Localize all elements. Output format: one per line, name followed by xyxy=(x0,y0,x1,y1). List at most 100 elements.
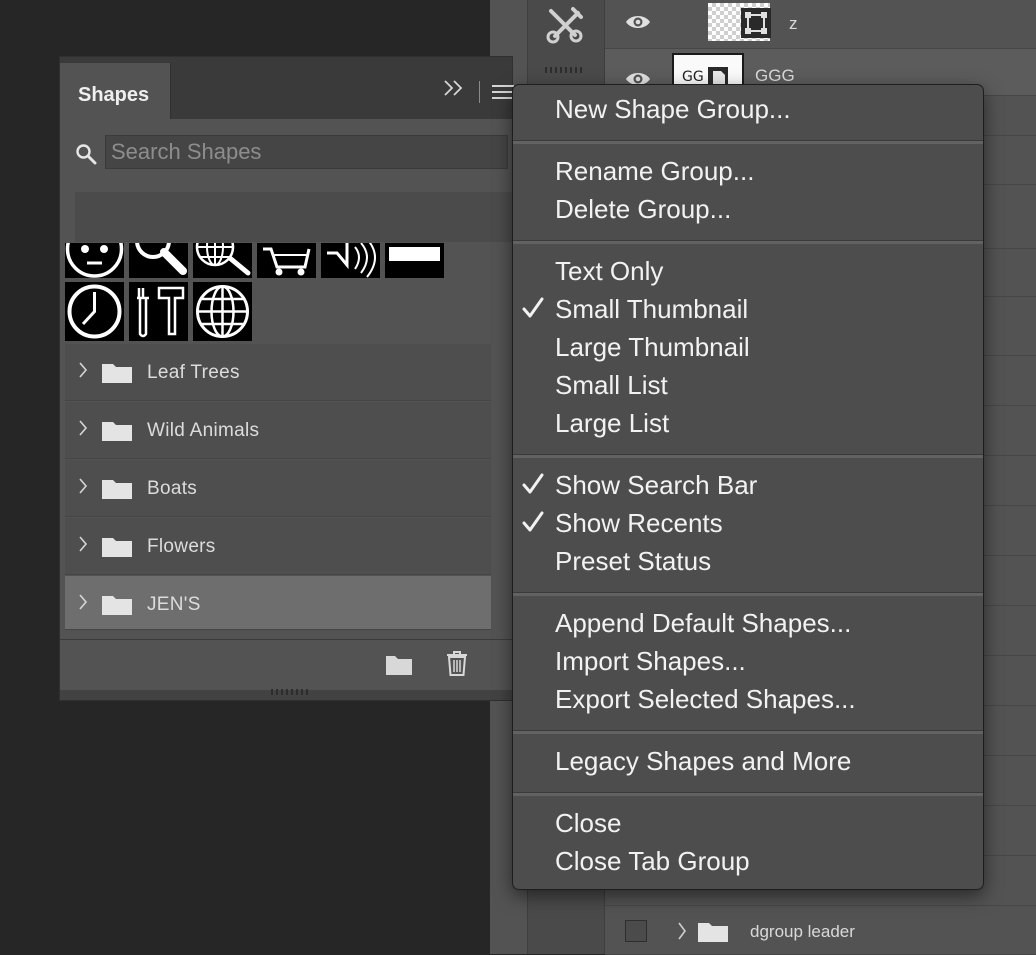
checkmark-icon xyxy=(522,297,544,318)
clock-shape-icon[interactable] xyxy=(65,282,124,341)
svg-text:GG: GG xyxy=(682,69,704,85)
face-shape-icon[interactable] xyxy=(65,243,124,278)
chevron-right-icon[interactable] xyxy=(77,590,89,614)
chevron-right-icon[interactable] xyxy=(77,416,89,440)
shapes-panel: Shapes Search Shapes Leaf Trees Wild Ani… xyxy=(59,56,514,701)
menu-item-rename-group[interactable]: Rename Group... xyxy=(513,152,983,190)
new-group-folder-icon[interactable] xyxy=(386,653,412,675)
menu-item-legacy-shapes[interactable]: Legacy Shapes and More xyxy=(513,742,983,780)
menu-separator xyxy=(513,240,983,244)
panel-flyout-menu: New Shape Group... Rename Group... Delet… xyxy=(512,84,984,890)
menu-item-label: Legacy Shapes and More xyxy=(555,746,852,776)
layer-name: z xyxy=(789,14,798,33)
bar-shape-icon[interactable] xyxy=(385,243,444,278)
menu-item-label: Large List xyxy=(555,408,670,438)
menu-item-label: Small List xyxy=(555,370,668,400)
menu-item-delete-group[interactable]: Delete Group... xyxy=(513,190,983,228)
globe-shape-icon[interactable] xyxy=(193,282,252,341)
column-grip-handle[interactable] xyxy=(545,66,585,74)
shape-transform-icon xyxy=(741,8,771,38)
group-label: Leaf Trees xyxy=(147,362,240,383)
menu-separator xyxy=(513,454,983,458)
menu-item-label: Large Thumbnail xyxy=(555,332,750,362)
panel-menu-icon[interactable] xyxy=(492,84,514,100)
checkmark-icon xyxy=(522,511,544,532)
folder-icon xyxy=(102,596,132,615)
group-row[interactable]: Flowers xyxy=(65,518,491,575)
checkmark-icon xyxy=(522,473,544,494)
layer-row[interactable]: dgroup leader xyxy=(605,906,1036,955)
chevron-right-icon[interactable] xyxy=(77,532,89,556)
menu-separator xyxy=(513,140,983,144)
group-row[interactable]: Leaf Trees xyxy=(65,344,491,401)
globe-search-shape-icon[interactable] xyxy=(193,243,252,278)
menu-item-large-thumbnail[interactable]: Large Thumbnail xyxy=(513,328,983,366)
group-label: Flowers xyxy=(147,536,216,557)
folder-icon xyxy=(698,923,728,942)
menu-item-label: Delete Group... xyxy=(555,194,732,224)
panel-footer xyxy=(60,639,512,690)
group-label: JEN'S xyxy=(147,594,201,615)
menu-item-label: Show Recents xyxy=(555,508,723,538)
visibility-toggle[interactable] xyxy=(625,920,647,942)
wrench-screwdriver-icon xyxy=(546,7,583,44)
recents-bar xyxy=(75,192,512,242)
tab-label: Shapes xyxy=(78,84,150,106)
title-divider xyxy=(479,81,480,103)
folder-icon xyxy=(102,364,132,383)
menu-item-label: Small Thumbnail xyxy=(555,294,749,324)
tab-shapes[interactable]: Shapes xyxy=(60,63,171,121)
menu-item-label: New Shape Group... xyxy=(555,94,791,124)
menu-item-close[interactable]: Close xyxy=(513,804,983,842)
menu-item-import-shapes[interactable]: Import Shapes... xyxy=(513,642,983,680)
menu-separator xyxy=(513,592,983,596)
chevron-right-icon[interactable] xyxy=(77,474,89,498)
search-icon xyxy=(76,144,97,165)
trash-icon[interactable] xyxy=(446,650,468,676)
menu-item-label: Close xyxy=(555,808,622,838)
menu-item-show-search-bar[interactable]: Show Search Bar xyxy=(513,466,983,504)
folder-icon xyxy=(102,538,132,557)
menu-item-preset-status[interactable]: Preset Status xyxy=(513,542,983,580)
menu-item-small-list[interactable]: Small List xyxy=(513,366,983,404)
menu-item-large-list[interactable]: Large List xyxy=(513,404,983,442)
panel-body: Leaf Trees Wild Animals Boats Flowers JE xyxy=(60,119,512,686)
magnifier-shape-icon[interactable] xyxy=(129,243,188,278)
menu-item-label: Export Selected Shapes... xyxy=(555,684,856,714)
menu-separator xyxy=(513,792,983,796)
menu-item-label: Text Only xyxy=(555,256,664,286)
group-row[interactable]: Wild Animals xyxy=(65,402,491,459)
panel-titlebar: Shapes xyxy=(60,57,514,121)
layer-row[interactable]: z xyxy=(605,0,1036,49)
menu-item-label: Preset Status xyxy=(555,546,712,576)
folder-icon xyxy=(102,422,132,441)
tools-shape-icon[interactable] xyxy=(129,282,188,341)
menu-item-label: Show Search Bar xyxy=(555,470,758,500)
search-input[interactable] xyxy=(105,135,508,169)
menu-item-label: Close Tab Group xyxy=(555,846,750,876)
group-row[interactable]: Boats xyxy=(65,460,491,517)
chevron-right-icon[interactable] xyxy=(77,358,89,382)
menu-item-append-default-shapes[interactable]: Append Default Shapes... xyxy=(513,604,983,642)
speaker-shape-icon[interactable] xyxy=(321,243,380,278)
folder-icon xyxy=(102,480,132,499)
menu-item-text-only[interactable]: Text Only xyxy=(513,252,983,290)
menu-item-export-selected-shapes[interactable]: Export Selected Shapes... xyxy=(513,680,983,718)
group-row-selected[interactable]: JEN'S xyxy=(65,576,491,630)
group-label: Wild Animals xyxy=(147,420,260,441)
panel-resize-grip[interactable] xyxy=(271,689,311,695)
menu-item-new-shape-group[interactable]: New Shape Group... xyxy=(513,90,983,128)
tools-button[interactable] xyxy=(537,0,592,50)
menu-item-label: Import Shapes... xyxy=(555,646,746,676)
menu-item-close-tab-group[interactable]: Close Tab Group xyxy=(513,842,983,880)
group-label: Boats xyxy=(147,478,198,499)
chevron-right-icon[interactable] xyxy=(677,921,687,941)
menu-item-small-thumbnail[interactable]: Small Thumbnail xyxy=(513,290,983,328)
layer-name: dgroup leader xyxy=(750,922,855,941)
menu-item-show-recents[interactable]: Show Recents xyxy=(513,504,983,542)
collapse-panel-icon[interactable] xyxy=(443,79,465,97)
menu-item-label: Append Default Shapes... xyxy=(555,608,852,638)
menu-separator xyxy=(513,730,983,734)
visibility-eye-icon[interactable] xyxy=(625,12,651,32)
cart-shape-icon[interactable] xyxy=(257,243,316,278)
